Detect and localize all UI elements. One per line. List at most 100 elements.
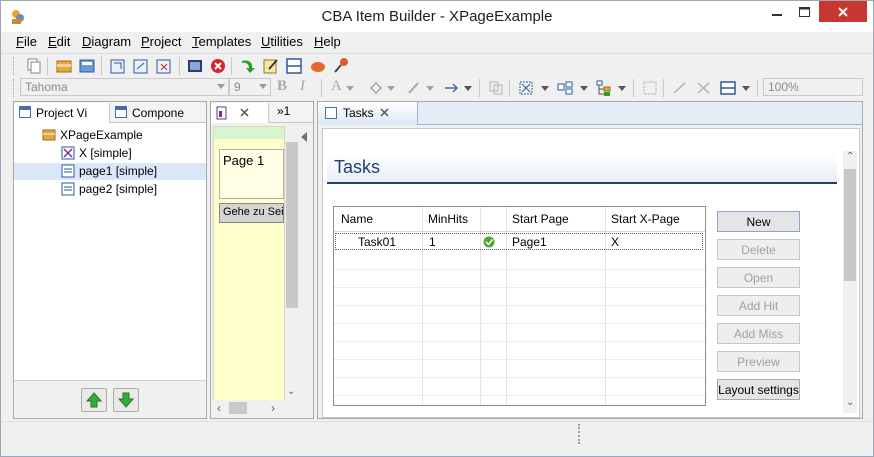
add-miss-button[interactable]: Add Miss bbox=[717, 323, 800, 344]
menu-project[interactable]: Project bbox=[141, 34, 181, 49]
menu-templates[interactable]: Templates bbox=[192, 34, 251, 49]
tab-overflow-indicator[interactable]: »1 bbox=[277, 104, 290, 118]
scroll-down-icon[interactable]: ⌄ bbox=[287, 386, 295, 397]
menu-help[interactable]: Help bbox=[314, 34, 341, 49]
maximize-icon bbox=[799, 6, 810, 17]
close-window-button[interactable] bbox=[819, 1, 867, 22]
grid-layout-icon[interactable] bbox=[719, 79, 737, 97]
menu-file[interactable]: File bbox=[16, 34, 37, 49]
collapse-arrow-icon[interactable] bbox=[301, 132, 307, 142]
delete-task-button[interactable]: Delete bbox=[717, 239, 800, 260]
outline-hscrollbar[interactable]: ‹ › bbox=[213, 400, 285, 416]
separator bbox=[231, 57, 232, 75]
tree-layout-icon[interactable] bbox=[595, 79, 613, 97]
tasks-table[interactable]: Name MinHits Start Page Start X-Page Tas… bbox=[333, 206, 706, 406]
import-icon[interactable] bbox=[109, 57, 127, 75]
chevron-down-icon[interactable] bbox=[387, 86, 395, 91]
tree-item-project[interactable]: XPageExample bbox=[40, 127, 200, 144]
copy-icon[interactable] bbox=[25, 57, 43, 75]
scrollbar-thumb[interactable] bbox=[229, 402, 247, 414]
column-header-minhits[interactable]: MinHits bbox=[428, 212, 468, 226]
tab-components[interactable]: Compone bbox=[110, 103, 206, 123]
tree-item-page1[interactable]: page1 [simple] bbox=[14, 163, 206, 180]
menu-edit[interactable]: Edit bbox=[48, 34, 70, 49]
group-icon[interactable] bbox=[641, 79, 659, 97]
minimize-button[interactable] bbox=[763, 1, 790, 22]
new-task-button[interactable]: New bbox=[717, 211, 800, 232]
form-scrollbar[interactable]: ⌃ ⌄ bbox=[843, 151, 857, 413]
tree-item-x[interactable]: X [simple] bbox=[59, 145, 200, 162]
chevron-down-icon[interactable] bbox=[541, 86, 549, 91]
zoom-select[interactable]: 100% bbox=[763, 78, 863, 96]
project-icon bbox=[42, 129, 56, 141]
run-icon[interactable] bbox=[239, 57, 257, 75]
maximize-button[interactable] bbox=[791, 1, 818, 22]
bold-button[interactable]: B bbox=[277, 78, 287, 95]
close-tab-icon[interactable] bbox=[380, 108, 390, 118]
disconnect-icon[interactable] bbox=[695, 79, 713, 97]
text-color-button[interactable]: A bbox=[331, 78, 342, 95]
arrow-style-icon[interactable] bbox=[443, 79, 461, 97]
layout-settings-button[interactable]: Layout settings bbox=[717, 379, 800, 400]
menu-label-rest: roject bbox=[149, 34, 182, 49]
font-family-select[interactable]: Tahoma bbox=[20, 78, 229, 96]
remove-page-icon[interactable] bbox=[155, 57, 173, 75]
column-header-name[interactable]: Name bbox=[341, 212, 373, 226]
arrange-icon[interactable] bbox=[556, 79, 574, 97]
outline-scrollbar[interactable]: ⌄ bbox=[285, 126, 299, 400]
tab-outline[interactable] bbox=[211, 103, 269, 123]
close-tab-icon[interactable] bbox=[240, 108, 250, 118]
chevron-down-icon[interactable] bbox=[346, 86, 354, 91]
menu-utilities[interactable]: Utilities bbox=[261, 34, 303, 49]
tree-item-page2[interactable]: page2 [simple] bbox=[59, 181, 200, 198]
tab-project-view[interactable]: Project Vi bbox=[14, 103, 110, 123]
add-hit-button[interactable]: Add Hit bbox=[717, 295, 800, 316]
scroll-right-icon[interactable]: › bbox=[271, 401, 275, 415]
tasks-tab-icon bbox=[325, 107, 337, 119]
scroll-up-icon[interactable]: ⌃ bbox=[846, 151, 854, 162]
line-color-icon[interactable] bbox=[405, 79, 423, 97]
scroll-left-icon[interactable]: ‹ bbox=[217, 401, 221, 415]
move-up-button[interactable] bbox=[81, 388, 107, 412]
open-project-icon[interactable] bbox=[55, 57, 73, 75]
open-folder-icon[interactable] bbox=[78, 57, 96, 75]
copy-format-icon[interactable] bbox=[487, 79, 505, 97]
toolbar-grip[interactable] bbox=[13, 79, 16, 97]
move-down-button[interactable] bbox=[113, 388, 139, 412]
page-label-box[interactable]: Page 1 bbox=[219, 149, 284, 199]
tab-tasks[interactable]: Tasks bbox=[318, 102, 418, 125]
layout-icon[interactable] bbox=[285, 57, 303, 75]
edit-icon[interactable] bbox=[262, 57, 280, 75]
zoom-value: 100% bbox=[768, 80, 799, 94]
chevron-down-icon[interactable] bbox=[742, 86, 750, 91]
italic-button[interactable]: I bbox=[300, 78, 305, 95]
chevron-down-icon[interactable] bbox=[464, 86, 472, 91]
menu-mnemonic: U bbox=[261, 34, 271, 49]
chevron-down-icon bbox=[217, 84, 225, 89]
chevron-down-icon[interactable] bbox=[580, 86, 588, 91]
stop-icon[interactable] bbox=[209, 57, 227, 75]
export-icon[interactable] bbox=[132, 57, 150, 75]
goto-page-button[interactable]: Gehe zu Seit bbox=[219, 203, 284, 223]
page-canvas[interactable]: Page 1 Gehe zu Seit bbox=[213, 126, 285, 410]
menu-diagram[interactable]: Diagram bbox=[82, 34, 131, 49]
preview-icon[interactable] bbox=[186, 57, 204, 75]
connect-icon[interactable] bbox=[671, 79, 689, 97]
scrollbar-thumb[interactable] bbox=[844, 169, 856, 281]
ellipse-icon[interactable] bbox=[309, 57, 327, 75]
brush-icon[interactable] bbox=[332, 57, 350, 75]
font-size-select[interactable]: 9 bbox=[229, 78, 271, 96]
table-row[interactable]: Task01 1 Page1 X bbox=[335, 233, 703, 250]
preview-button[interactable]: Preview bbox=[717, 351, 800, 372]
column-header-start-page[interactable]: Start Page bbox=[512, 212, 569, 226]
fill-color-icon[interactable] bbox=[367, 79, 385, 97]
select-all-icon[interactable] bbox=[517, 79, 535, 97]
page-title: Tasks bbox=[334, 157, 381, 177]
chevron-down-icon[interactable] bbox=[426, 86, 434, 91]
scroll-down-icon[interactable]: ⌄ bbox=[846, 397, 854, 408]
chevron-down-icon[interactable] bbox=[618, 86, 626, 91]
toolbar-grip[interactable] bbox=[13, 57, 16, 75]
open-task-button[interactable]: Open bbox=[717, 267, 800, 288]
scrollbar-thumb[interactable] bbox=[286, 142, 298, 308]
column-header-start-xpage[interactable]: Start X-Page bbox=[611, 212, 680, 226]
